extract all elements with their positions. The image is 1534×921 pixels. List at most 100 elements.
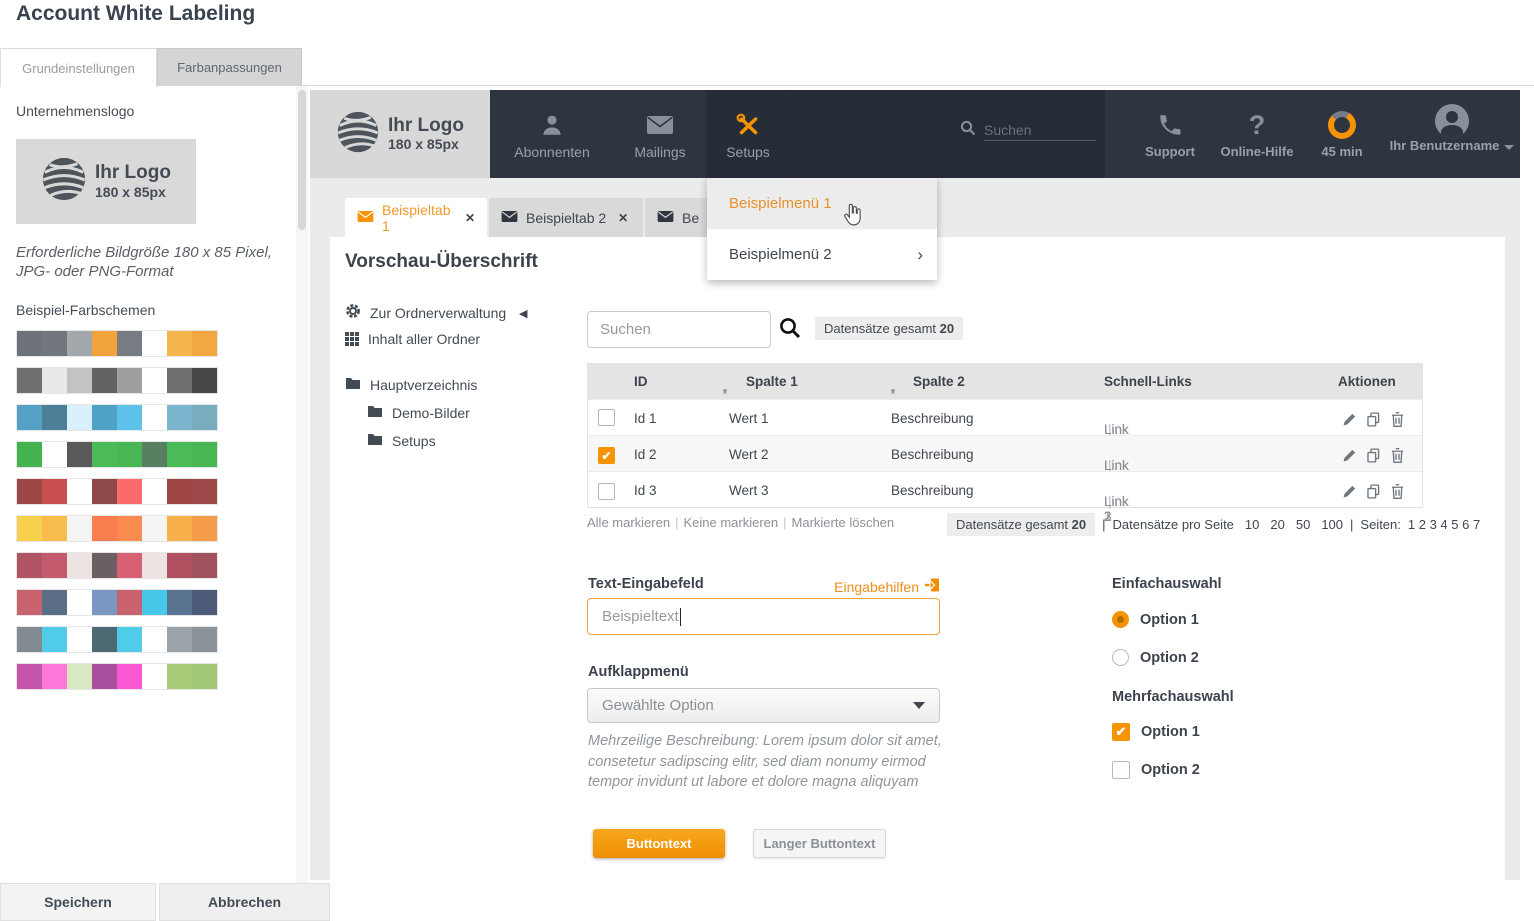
color-scheme-row[interactable] [16, 515, 218, 542]
per-page-option[interactable]: 20 [1270, 517, 1284, 532]
table-row: Id 3 Wert 3 Beschreibung Link 1|Link 2|L… [588, 471, 1422, 507]
checkbox-option-1[interactable]: ✔ Option 1 [1112, 723, 1200, 741]
radio-icon [1112, 649, 1129, 666]
per-page-option[interactable]: 10 [1245, 517, 1259, 532]
tree-item-demo-bilder[interactable]: Demo-Bilder [367, 405, 470, 421]
color-scheme-row[interactable] [16, 552, 218, 579]
left-panel-scrollbar [296, 86, 308, 883]
preview-heading: Vorschau-Überschrift [345, 251, 538, 273]
tree-item-ordnerverwaltung[interactable]: Zur Ordnerverwaltung [345, 303, 506, 322]
tree-item-setups[interactable]: Setups [367, 433, 436, 449]
column-header-links: Schnell-Links [1104, 374, 1192, 389]
sample-text-input[interactable]: Beispieltext [587, 598, 940, 635]
color-scheme-row[interactable] [16, 589, 218, 616]
color-swatch [142, 331, 167, 356]
avatar-icon [1435, 108, 1469, 134]
color-swatch [192, 479, 217, 504]
color-swatch [17, 442, 42, 467]
color-scheme-row[interactable] [16, 626, 218, 653]
preview-navbar: Ihr Logo 180 x 85px Abonnenten Mailings [310, 90, 1520, 178]
edit-icon[interactable] [1341, 411, 1358, 431]
copy-icon[interactable] [1365, 483, 1382, 503]
nav-item-user[interactable]: Ihr Benutzername [1382, 90, 1522, 178]
color-swatch [167, 590, 192, 615]
secondary-button[interactable]: Langer Buttontext [753, 829, 886, 858]
delete-selected-link[interactable]: Markierte löschen [792, 515, 895, 530]
delete-icon[interactable] [1389, 483, 1406, 503]
text-field-label: Text-Eingabefeld [588, 576, 704, 592]
radio-option-2[interactable]: Option 2 [1112, 649, 1199, 666]
nav-search-input[interactable] [984, 120, 1096, 141]
folder-icon [367, 405, 383, 421]
nav-item-setups[interactable]: Setups [706, 90, 790, 178]
color-swatch [142, 664, 167, 689]
select-none-link[interactable]: Keine markieren [683, 515, 778, 530]
color-swatch [17, 331, 42, 356]
list-search-input[interactable] [587, 311, 771, 348]
envelope-icon [357, 210, 374, 226]
folder-icon [345, 377, 361, 393]
color-swatch [67, 590, 92, 615]
nav-item-mailings[interactable]: Mailings [612, 90, 708, 178]
records-total-badge: Datensätze gesamt 20 [947, 513, 1095, 536]
copy-icon[interactable] [1365, 411, 1382, 431]
sample-select[interactable]: Gewählte Option [587, 688, 940, 723]
save-button[interactable]: Speichern [0, 883, 156, 921]
tools-icon [735, 112, 761, 138]
color-swatch [117, 664, 142, 689]
preview-tab-2[interactable]: Beispieltab 2 ✕ [489, 198, 643, 237]
menu-item-beispielmenu-1[interactable]: Beispielmenü 1 [707, 178, 937, 229]
edit-icon[interactable] [1341, 483, 1358, 503]
close-icon[interactable]: ✕ [618, 211, 628, 225]
color-swatch [17, 368, 42, 393]
color-scheme-row[interactable] [16, 404, 218, 431]
tree-item-hauptverzeichnis[interactable]: Hauptverzeichnis [345, 377, 477, 393]
color-swatch [17, 627, 42, 652]
color-swatch [167, 627, 192, 652]
nav-item-timer[interactable]: 45 min [1287, 90, 1397, 178]
collapse-tree-icon[interactable]: ◀ [519, 307, 527, 320]
menu-item-beispielmenu-2[interactable]: Beispielmenü 2 › [707, 229, 937, 280]
logo-placeholder-size: 180 x 85px [388, 136, 464, 152]
scrollbar-thumb[interactable] [298, 90, 306, 230]
color-scheme-row[interactable] [16, 478, 218, 505]
envelope-icon [646, 112, 674, 138]
color-swatch [92, 553, 117, 578]
color-scheme-row[interactable] [16, 367, 218, 394]
per-page-option[interactable]: 100 [1321, 517, 1343, 532]
color-scheme-row[interactable] [16, 441, 218, 468]
cancel-button[interactable]: Abbrechen [159, 883, 330, 921]
primary-button[interactable]: Buttontext [593, 829, 725, 858]
color-swatch [192, 331, 217, 356]
per-page-option[interactable]: 50 [1296, 517, 1310, 532]
delete-icon[interactable] [1389, 411, 1406, 431]
row-checkbox-checked[interactable]: ✔ [598, 447, 615, 464]
radio-option-1[interactable]: Option 1 [1112, 611, 1199, 628]
row-checkbox[interactable] [598, 483, 615, 500]
nav-item-abonnenten[interactable]: Abonnenten [504, 90, 600, 178]
copy-icon[interactable] [1365, 447, 1382, 467]
color-swatch [142, 479, 167, 504]
color-swatch [117, 590, 142, 615]
company-logo-upload[interactable]: Ihr Logo 180 x 85px [16, 139, 196, 224]
color-swatch [42, 516, 67, 541]
preview-logo[interactable]: Ihr Logo 180 x 85px [310, 90, 490, 178]
checkbox-option-2[interactable]: Option 2 [1112, 761, 1200, 779]
edit-icon[interactable] [1341, 447, 1358, 467]
search-icon[interactable] [778, 316, 802, 345]
close-icon[interactable]: ✕ [465, 211, 475, 225]
color-scheme-row[interactable] [16, 330, 218, 357]
delete-icon[interactable] [1389, 447, 1406, 467]
tab-farbanpassungen[interactable]: Farbanpassungen [157, 48, 302, 86]
color-swatch [42, 331, 67, 356]
data-table: ID ▲▼ Spalte 1 ▲▼ Spalte 2 Schnell-Links… [587, 363, 1423, 508]
tree-item-inhalt-aller-ordner[interactable]: Inhalt aller Ordner [345, 331, 480, 347]
text-caret [680, 608, 681, 626]
tab-grundeinstellungen[interactable]: Grundeinstellungen [0, 48, 157, 87]
row-checkbox[interactable] [598, 409, 615, 426]
color-scheme-row[interactable] [16, 663, 218, 690]
preview-tab-1[interactable]: Beispieltab 1 ✕ [345, 198, 487, 237]
input-helper-link[interactable]: Eingabehilfen [827, 577, 940, 596]
page-numbers[interactable]: 1 2 3 4 5 6 7 [1408, 517, 1480, 532]
select-all-link[interactable]: Alle markieren [587, 515, 670, 530]
